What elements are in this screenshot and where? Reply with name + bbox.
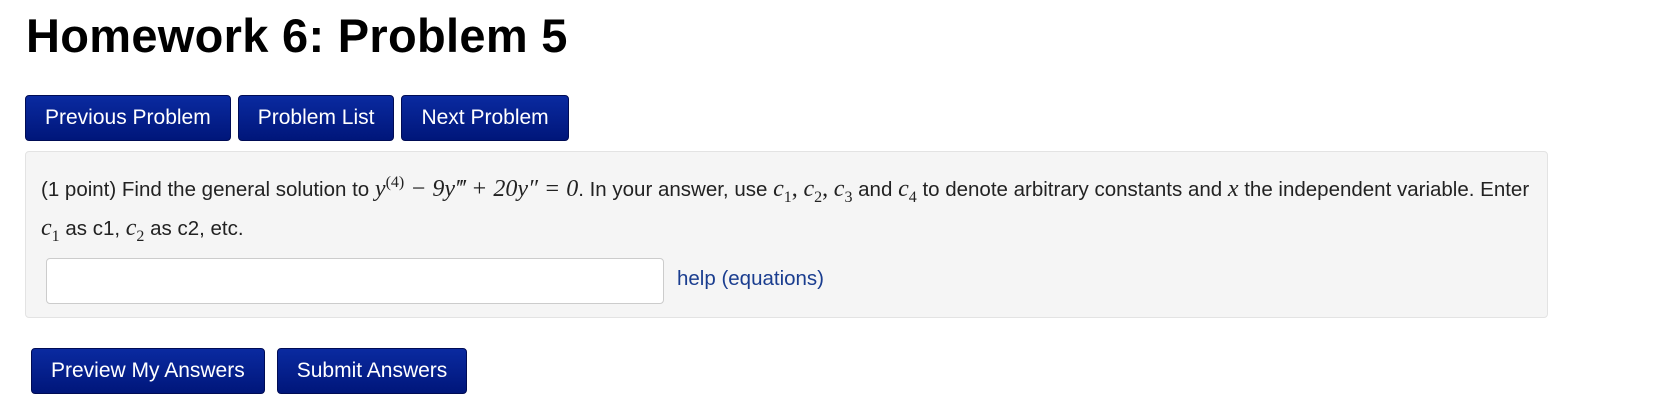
problem-list-button[interactable]: Problem List (237, 95, 395, 141)
problem-intro: (1 point) Find the general solution to (41, 178, 370, 201)
problem-statement: (1 point) Find the general solution to y… (41, 174, 1530, 245)
submit-answers-button[interactable]: Submit Answers (276, 348, 468, 394)
enter-c2: c2 (125, 214, 145, 245)
answer-input[interactable] (46, 258, 664, 304)
previous-problem-button[interactable]: Previous Problem (25, 95, 231, 141)
variable-x: x (1227, 176, 1239, 202)
problem-panel: (1 point) Find the general solution to y… (25, 151, 1548, 318)
preview-answers-button[interactable]: Preview My Answers (31, 348, 265, 394)
constant-c4: c4 (898, 176, 917, 206)
page-title: Homework 6: Problem 5 (26, 9, 568, 62)
enter-c1: c1 (41, 214, 60, 245)
constant-c1: c1 (773, 176, 792, 206)
constant-c3: c3 (833, 176, 853, 206)
answer-actions: Preview My Answers Submit Answers (31, 348, 468, 394)
help-equations-link[interactable]: help (equations) (677, 267, 824, 291)
next-problem-button[interactable]: Next Problem (401, 95, 569, 141)
differential-equation: y(4) − 9y‴ + 20y″ = 0 (374, 174, 579, 202)
constant-c2: c2 (803, 176, 823, 206)
instruction-text: . In your answer, use (578, 178, 768, 201)
homework-page: Homework 6: Problem 5 Previous Problem P… (0, 0, 1672, 414)
problem-navigation: Previous Problem Problem List Next Probl… (25, 95, 569, 141)
